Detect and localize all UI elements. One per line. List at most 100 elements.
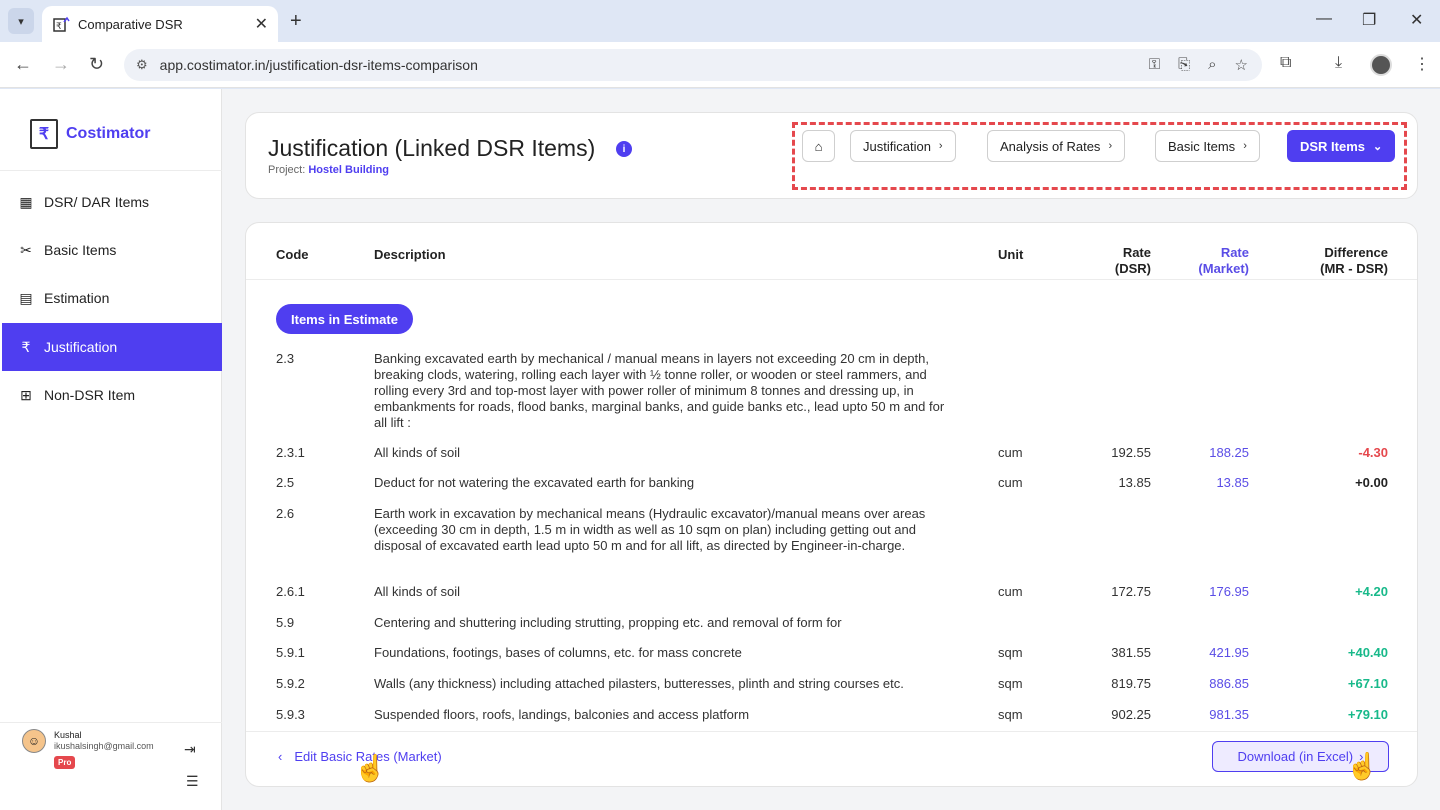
downloads-icon[interactable]: ⤓ bbox=[1335, 54, 1342, 72]
logo[interactable]: ₹ Costimator bbox=[30, 119, 150, 149]
zoom-icon[interactable]: ⌕ bbox=[1208, 56, 1216, 74]
minimize-icon[interactable]: — bbox=[1316, 10, 1332, 28]
breadcrumb-dsr-items[interactable]: DSR Items ⌄ bbox=[1287, 130, 1396, 162]
costimator-favicon-icon: ₹ bbox=[53, 16, 70, 32]
cell-description: All kinds of soil bbox=[374, 584, 460, 599]
column-header-line: (Market) bbox=[1198, 261, 1249, 276]
browser-toolbar: ← → ↻ ⚙ app.costimator.in/justification-… bbox=[0, 42, 1440, 88]
cell-rate-dsr: 172.75 bbox=[1111, 584, 1151, 599]
cell-description: Foundations, footings, bases of columns,… bbox=[374, 645, 742, 660]
cell-code: 5.9 bbox=[276, 615, 295, 630]
install-app-icon[interactable]: ⎘ bbox=[1178, 56, 1190, 74]
breadcrumb-justification[interactable]: Justification › bbox=[850, 130, 956, 162]
breadcrumb-label: Analysis of Rates bbox=[1000, 138, 1101, 154]
breadcrumb-basic-items[interactable]: Basic Items › bbox=[1155, 130, 1260, 162]
app-area: ₹ Costimator ▦ DSR/ DAR Items ✂ Basic It… bbox=[0, 89, 1440, 810]
column-header-unit: Unit bbox=[998, 247, 1024, 262]
cell-code: 5.9.3 bbox=[276, 707, 305, 722]
restore-icon[interactable]: ❐ bbox=[1362, 10, 1376, 30]
tab-close-icon[interactable]: ✕ bbox=[255, 14, 268, 34]
url-text: app.costimator.in/justification-dsr-item… bbox=[159, 57, 478, 73]
sidebar-item-label: Basic Items bbox=[44, 242, 117, 258]
download-button-label: Download (in Excel) bbox=[1237, 749, 1354, 764]
rupee-icon: ₹ bbox=[21, 338, 31, 355]
chevron-right-icon: › bbox=[938, 140, 943, 152]
cell-code: 5.9.2 bbox=[276, 676, 305, 691]
password-key-icon[interactable]: ⚿ bbox=[1149, 56, 1160, 74]
cell-description: Centering and shuttering including strut… bbox=[374, 615, 842, 630]
breadcrumb-label: Basic Items bbox=[1168, 138, 1236, 154]
window-close-icon[interactable]: ✕ bbox=[1410, 10, 1423, 30]
sidebar-item-label: Estimation bbox=[44, 290, 110, 306]
cell-rate-dsr: 192.55 bbox=[1111, 445, 1151, 460]
cell-description: Banking excavated earth by mechanical / … bbox=[374, 351, 945, 430]
chevron-down-icon: ⌄ bbox=[1373, 140, 1383, 153]
cell-difference: +40.40 bbox=[1347, 645, 1388, 660]
calculator-icon: ▤ bbox=[19, 289, 33, 306]
user-avatar[interactable]: ☺ bbox=[22, 729, 46, 753]
grid-icon: ▦ bbox=[19, 193, 33, 210]
column-header-code: Code bbox=[276, 247, 309, 262]
project-label: Project: bbox=[268, 164, 306, 176]
cell-rate-dsr: 902.25 bbox=[1111, 707, 1151, 722]
profile-avatar[interactable] bbox=[1370, 54, 1392, 76]
bookmark-star-icon[interactable]: ☆ bbox=[1235, 56, 1248, 74]
breadcrumb-analysis-of-rates[interactable]: Analysis of Rates › bbox=[987, 130, 1126, 162]
logout-icon[interactable]: ⇥ bbox=[184, 741, 196, 758]
cell-description: Walls (any thickness) including attached… bbox=[374, 676, 904, 691]
breadcrumb-home[interactable]: ⌂ bbox=[802, 130, 835, 162]
cell-difference: +79.10 bbox=[1347, 707, 1388, 722]
tab-title: Comparative DSR bbox=[78, 16, 183, 32]
sidebar-item-justification[interactable]: ₹ Justification bbox=[2, 323, 222, 371]
cell-description: Suspended floors, roofs, landings, balco… bbox=[374, 707, 750, 722]
column-header-line: (MR - DSR) bbox=[1320, 261, 1388, 276]
sidebar-item-dsr-dar-items[interactable]: ▦ DSR/ DAR Items bbox=[2, 178, 222, 226]
info-icon[interactable]: i bbox=[616, 141, 632, 157]
cell-unit: sqm bbox=[998, 645, 1023, 660]
reload-icon[interactable]: ↻ bbox=[89, 54, 104, 75]
sidebar-divider bbox=[0, 170, 222, 171]
cell-unit: cum bbox=[998, 445, 1023, 460]
chevron-left-icon: ‹ bbox=[278, 749, 283, 764]
sidebar-footer-divider bbox=[0, 722, 222, 723]
column-header-line: Rate bbox=[1122, 245, 1151, 260]
cell-difference: +4.20 bbox=[1355, 584, 1388, 599]
pro-badge: Pro bbox=[54, 756, 76, 769]
project-line: Project: Hostel Building bbox=[268, 164, 389, 176]
cell-rate-market: 176.95 bbox=[1209, 584, 1249, 599]
cell-code: 5.9.1 bbox=[276, 645, 305, 660]
project-name[interactable]: Hostel Building bbox=[308, 164, 389, 176]
cell-rate-market: 13.85 bbox=[1216, 475, 1249, 490]
user-email: ikushalsingh@gmail.com bbox=[54, 741, 154, 751]
column-header-line: (DSR) bbox=[1114, 261, 1151, 276]
cell-description: All kinds of soil bbox=[374, 445, 460, 460]
back-icon[interactable]: ← bbox=[14, 54, 32, 75]
browser-tab[interactable]: ₹ Comparative DSR ✕ bbox=[42, 6, 278, 42]
cell-description: Earth work in excavation by mechanical m… bbox=[374, 506, 926, 553]
comparison-table: Code Description Unit Rate (DSR) Rate (M… bbox=[245, 222, 1418, 787]
site-settings-icon[interactable]: ⚙ bbox=[136, 57, 148, 73]
cell-unit: cum bbox=[998, 584, 1023, 599]
chevron-right-icon: › bbox=[1108, 140, 1113, 152]
sidebar-item-non-dsr-item[interactable]: ⊞ Non-DSR Item bbox=[2, 371, 222, 419]
extensions-icon[interactable]: ⧉ bbox=[1280, 54, 1291, 72]
tab-search-button[interactable]: ▾ bbox=[8, 8, 34, 34]
collapse-sidebar-icon[interactable]: ☰ bbox=[186, 773, 199, 790]
page-header: Justification (Linked DSR Items) i Proje… bbox=[245, 112, 1418, 199]
cell-difference: +67.10 bbox=[1347, 676, 1388, 691]
cell-code: 2.3.1 bbox=[276, 445, 305, 460]
breadcrumb-label: DSR Items bbox=[1300, 138, 1366, 154]
sidebar-item-basic-items[interactable]: ✂ Basic Items bbox=[2, 226, 222, 274]
cell-code: 2.6 bbox=[276, 506, 295, 521]
pointer-hand-icon: ☝ bbox=[354, 753, 387, 783]
cell-code: 2.6.1 bbox=[276, 584, 305, 599]
cell-rate-market: 421.95 bbox=[1209, 645, 1249, 660]
sidebar-item-estimation[interactable]: ▤ Estimation bbox=[2, 274, 222, 322]
logo-text: Costimator bbox=[66, 125, 151, 142]
address-bar[interactable]: ⚙ app.costimator.in/justification-dsr-it… bbox=[124, 49, 1262, 81]
cell-rate-market: 981.35 bbox=[1209, 707, 1249, 722]
forward-icon[interactable]: → bbox=[52, 54, 70, 75]
browser-menu-icon[interactable]: ⋮ bbox=[1414, 54, 1430, 74]
page-title: Justification (Linked DSR Items) bbox=[268, 135, 596, 161]
new-tab-icon[interactable]: + bbox=[290, 10, 302, 33]
